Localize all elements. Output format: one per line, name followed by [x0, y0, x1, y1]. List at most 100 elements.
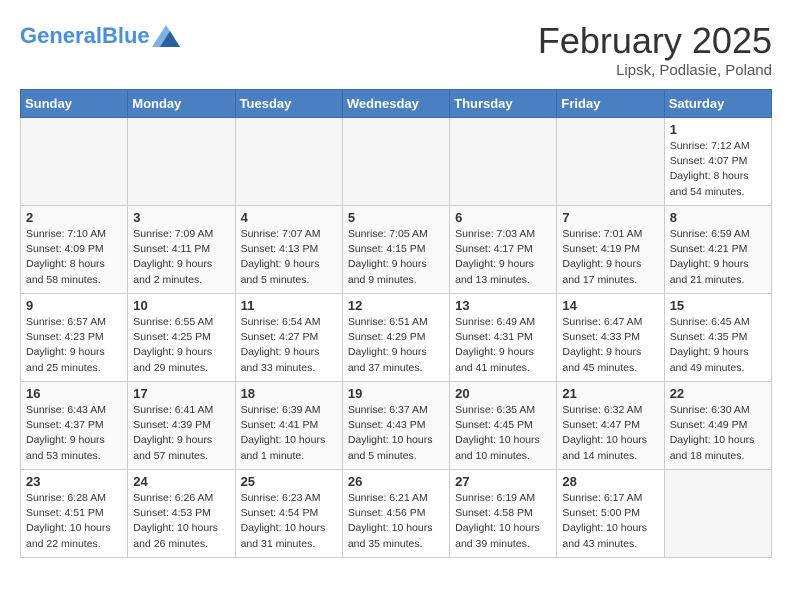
- day-number: 26: [348, 474, 444, 489]
- day-info: Sunrise: 6:43 AM Sunset: 4:37 PM Dayligh…: [26, 403, 122, 464]
- calendar-cell: 28 Sunrise: 6:17 AM Sunset: 5:00 PM Dayli…: [557, 470, 664, 558]
- day-number: 4: [241, 210, 337, 225]
- calendar-cell: 1 Sunrise: 7:12 AM Sunset: 4:07 PM Daylig…: [664, 118, 771, 206]
- day-number: 16: [26, 386, 122, 401]
- logo-icon: [152, 25, 180, 47]
- calendar-cell: 16 Sunrise: 6:43 AM Sunset: 4:37 PM Dayli…: [21, 382, 128, 470]
- day-info: Sunrise: 6:26 AM Sunset: 4:53 PM Dayligh…: [133, 491, 229, 552]
- day-info: Sunrise: 6:49 AM Sunset: 4:31 PM Dayligh…: [455, 315, 551, 376]
- weekday-header-monday: Monday: [128, 90, 235, 118]
- day-number: 13: [455, 298, 551, 313]
- calendar-cell: 20 Sunrise: 6:35 AM Sunset: 4:45 PM Dayli…: [450, 382, 557, 470]
- calendar-cell: 21Sunrise: 6:32 AM Sunset: 4:47 PM Dayli…: [557, 382, 664, 470]
- calendar-body: 1 Sunrise: 7:12 AM Sunset: 4:07 PM Daylig…: [21, 118, 772, 558]
- calendar-cell: 9 Sunrise: 6:57 AM Sunset: 4:23 PM Daylig…: [21, 294, 128, 382]
- day-info: Sunrise: 7:07 AM Sunset: 4:13 PM Dayligh…: [241, 227, 337, 288]
- day-info: Sunrise: 6:55 AM Sunset: 4:25 PM Dayligh…: [133, 315, 229, 376]
- day-number: 2: [26, 210, 122, 225]
- day-info: Sunrise: 6:59 AM Sunset: 4:21 PM Dayligh…: [670, 227, 766, 288]
- calendar-cell: 5 Sunrise: 7:05 AM Sunset: 4:15 PM Daylig…: [342, 206, 449, 294]
- day-info: Sunrise: 6:57 AM Sunset: 4:23 PM Dayligh…: [26, 315, 122, 376]
- day-number: 18: [241, 386, 337, 401]
- weekday-header-tuesday: Tuesday: [235, 90, 342, 118]
- calendar-cell: 18 Sunrise: 6:39 AM Sunset: 4:41 PM Dayli…: [235, 382, 342, 470]
- calendar-cell: [450, 118, 557, 206]
- day-number: 19: [348, 386, 444, 401]
- day-number: 20: [455, 386, 551, 401]
- calendar-cell: 10 Sunrise: 6:55 AM Sunset: 4:25 PM Dayli…: [128, 294, 235, 382]
- day-number: 27: [455, 474, 551, 489]
- calendar-cell: 7Sunrise: 7:01 AM Sunset: 4:19 PM Daylig…: [557, 206, 664, 294]
- calendar-week-row: 1 Sunrise: 7:12 AM Sunset: 4:07 PM Daylig…: [21, 118, 772, 206]
- calendar-cell: [342, 118, 449, 206]
- day-number: 6: [455, 210, 551, 225]
- weekday-header-saturday: Saturday: [664, 90, 771, 118]
- day-number: 9: [26, 298, 122, 313]
- day-info: Sunrise: 6:17 AM Sunset: 5:00 PM Dayligh…: [562, 491, 658, 552]
- weekday-header-friday: Friday: [557, 90, 664, 118]
- day-number: 1: [670, 122, 766, 137]
- month-title: February 2025: [538, 20, 772, 62]
- calendar-cell: 11 Sunrise: 6:54 AM Sunset: 4:27 PM Dayli…: [235, 294, 342, 382]
- day-info: Sunrise: 7:05 AM Sunset: 4:15 PM Dayligh…: [348, 227, 444, 288]
- day-info: Sunrise: 6:51 AM Sunset: 4:29 PM Dayligh…: [348, 315, 444, 376]
- day-number: 28: [562, 474, 658, 489]
- calendar-cell: 23 Sunrise: 6:28 AM Sunset: 4:51 PM Dayli…: [21, 470, 128, 558]
- day-info: Sunrise: 7:09 AM Sunset: 4:11 PM Dayligh…: [133, 227, 229, 288]
- calendar-week-row: 2Sunrise: 7:10 AM Sunset: 4:09 PM Daylig…: [21, 206, 772, 294]
- day-info: Sunrise: 7:01 AM Sunset: 4:19 PM Dayligh…: [562, 227, 658, 288]
- day-number: 15: [670, 298, 766, 313]
- calendar-cell: 22 Sunrise: 6:30 AM Sunset: 4:49 PM Dayli…: [664, 382, 771, 470]
- calendar-header: SundayMondayTuesdayWednesdayThursdayFrid…: [21, 90, 772, 118]
- calendar-cell: 14 Sunrise: 6:47 AM Sunset: 4:33 PM Dayli…: [557, 294, 664, 382]
- day-info: Sunrise: 6:35 AM Sunset: 4:45 PM Dayligh…: [455, 403, 551, 464]
- calendar-cell: [557, 118, 664, 206]
- day-info: Sunrise: 6:32 AM Sunset: 4:47 PM Dayligh…: [562, 403, 658, 464]
- calendar-week-row: 16 Sunrise: 6:43 AM Sunset: 4:37 PM Dayli…: [21, 382, 772, 470]
- calendar-table: SundayMondayTuesdayWednesdayThursdayFrid…: [20, 89, 772, 558]
- calendar-cell: 13 Sunrise: 6:49 AM Sunset: 4:31 PM Dayli…: [450, 294, 557, 382]
- day-info: Sunrise: 6:19 AM Sunset: 4:58 PM Dayligh…: [455, 491, 551, 552]
- day-info: Sunrise: 7:03 AM Sunset: 4:17 PM Dayligh…: [455, 227, 551, 288]
- calendar-cell: 19 Sunrise: 6:37 AM Sunset: 4:43 PM Dayli…: [342, 382, 449, 470]
- day-number: 17: [133, 386, 229, 401]
- calendar-cell: 6 Sunrise: 7:03 AM Sunset: 4:17 PM Daylig…: [450, 206, 557, 294]
- location: Lipsk, Podlasie, Poland: [538, 62, 772, 79]
- calendar-cell: 26 Sunrise: 6:21 AM Sunset: 4:56 PM Dayli…: [342, 470, 449, 558]
- calendar-cell: [664, 470, 771, 558]
- day-number: 25: [241, 474, 337, 489]
- day-info: Sunrise: 6:54 AM Sunset: 4:27 PM Dayligh…: [241, 315, 337, 376]
- day-number: 3: [133, 210, 229, 225]
- weekday-header-wednesday: Wednesday: [342, 90, 449, 118]
- logo: GeneralBlue: [20, 25, 180, 47]
- day-info: Sunrise: 6:37 AM Sunset: 4:43 PM Dayligh…: [348, 403, 444, 464]
- calendar-cell: [21, 118, 128, 206]
- day-number: 11: [241, 298, 337, 313]
- day-number: 10: [133, 298, 229, 313]
- header: GeneralBlue February 2025 Lipsk, Podlasi…: [20, 20, 772, 79]
- day-info: Sunrise: 6:41 AM Sunset: 4:39 PM Dayligh…: [133, 403, 229, 464]
- day-number: 5: [348, 210, 444, 225]
- calendar-week-row: 23 Sunrise: 6:28 AM Sunset: 4:51 PM Dayli…: [21, 470, 772, 558]
- calendar-cell: 3 Sunrise: 7:09 AM Sunset: 4:11 PM Daylig…: [128, 206, 235, 294]
- day-info: Sunrise: 7:12 AM Sunset: 4:07 PM Dayligh…: [670, 139, 766, 200]
- calendar-cell: [235, 118, 342, 206]
- title-block: February 2025 Lipsk, Podlasie, Poland: [538, 20, 772, 79]
- day-number: 14: [562, 298, 658, 313]
- logo-text: GeneralBlue: [20, 25, 150, 47]
- day-info: Sunrise: 6:28 AM Sunset: 4:51 PM Dayligh…: [26, 491, 122, 552]
- day-number: 23: [26, 474, 122, 489]
- day-info: Sunrise: 6:47 AM Sunset: 4:33 PM Dayligh…: [562, 315, 658, 376]
- day-info: Sunrise: 6:45 AM Sunset: 4:35 PM Dayligh…: [670, 315, 766, 376]
- calendar-cell: 8Sunrise: 6:59 AM Sunset: 4:21 PM Daylig…: [664, 206, 771, 294]
- calendar-cell: [128, 118, 235, 206]
- day-number: 22: [670, 386, 766, 401]
- day-info: Sunrise: 6:21 AM Sunset: 4:56 PM Dayligh…: [348, 491, 444, 552]
- day-info: Sunrise: 6:23 AM Sunset: 4:54 PM Dayligh…: [241, 491, 337, 552]
- calendar-cell: 2Sunrise: 7:10 AM Sunset: 4:09 PM Daylig…: [21, 206, 128, 294]
- day-info: Sunrise: 6:30 AM Sunset: 4:49 PM Dayligh…: [670, 403, 766, 464]
- calendar-cell: 17 Sunrise: 6:41 AM Sunset: 4:39 PM Dayli…: [128, 382, 235, 470]
- calendar-cell: 27 Sunrise: 6:19 AM Sunset: 4:58 PM Dayli…: [450, 470, 557, 558]
- day-info: Sunrise: 6:39 AM Sunset: 4:41 PM Dayligh…: [241, 403, 337, 464]
- calendar-cell: 24Sunrise: 6:26 AM Sunset: 4:53 PM Dayli…: [128, 470, 235, 558]
